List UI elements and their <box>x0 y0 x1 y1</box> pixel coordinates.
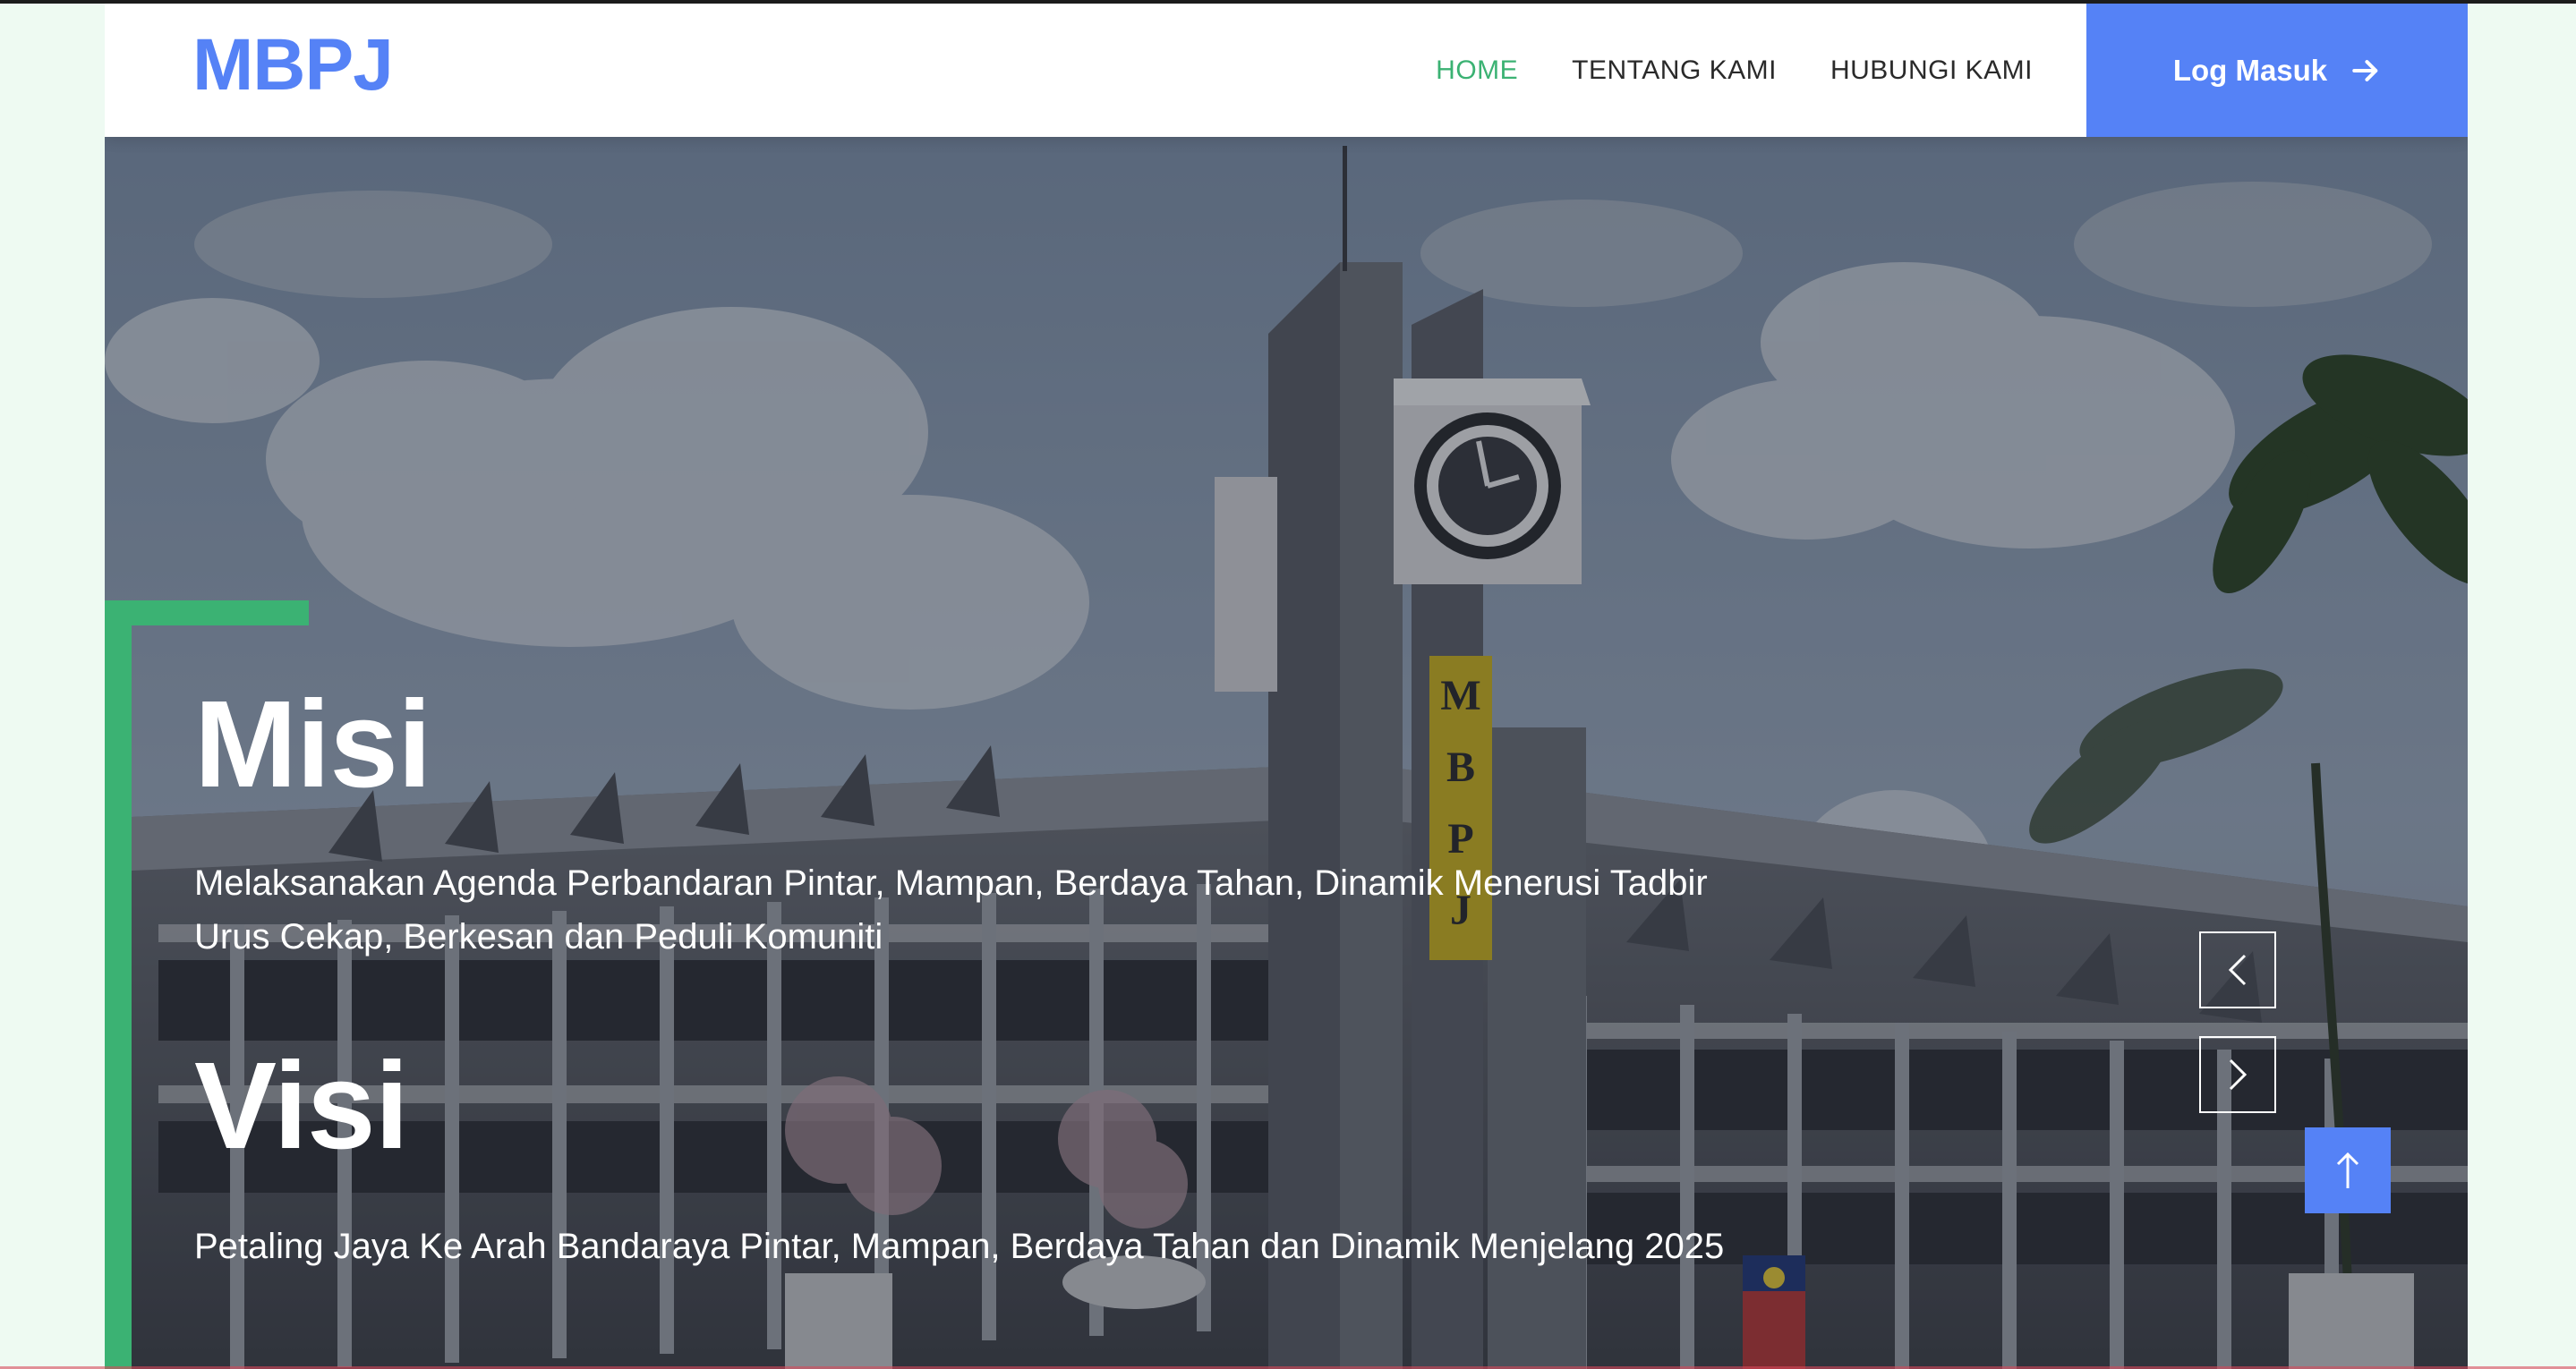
misi-text: Melaksanakan Agenda Perbandaran Pintar, … <box>194 863 1708 957</box>
main-nav: HOME TENTANG KAMI HUBUNGI KAMI <box>1436 4 2033 137</box>
navbar: MBPJ HOME TENTANG KAMI HUBUNGI KAMI Log … <box>105 4 2468 137</box>
site-logo[interactable]: MBPJ <box>192 29 394 102</box>
visi-block: Visi Petaling Jaya Ke Arah Bandaraya Pin… <box>194 1044 1770 1273</box>
hero-content: Misi Melaksanakan Agenda Perbandaran Pin… <box>194 683 1770 1273</box>
nav-item-hubungi-kami[interactable]: HUBUNGI KAMI <box>1830 55 2033 86</box>
hero-slider: M B P J Misi Melaksanakan Agenda Perband… <box>105 137 2468 1369</box>
back-to-top-button[interactable] <box>2305 1127 2391 1213</box>
visi-heading: Visi <box>194 1037 409 1175</box>
login-button-label: Log Masuk <box>2172 53 2328 87</box>
arrow-up-icon <box>2336 1152 2359 1188</box>
visi-text: Petaling Jaya Ke Arah Bandaraya Pintar, … <box>194 1227 1725 1266</box>
chevron-right-icon <box>2229 1059 2248 1091</box>
nav-item-home[interactable]: HOME <box>1436 55 1518 86</box>
chevron-left-icon <box>2228 954 2247 986</box>
slider-next-button[interactable] <box>2199 1036 2276 1113</box>
arrow-right-icon <box>2352 59 2378 81</box>
nav-item-tentang-kami[interactable]: TENTANG KAMI <box>1572 55 1777 86</box>
misi-heading: Misi <box>194 676 431 813</box>
misi-block: Misi Melaksanakan Agenda Perbandaran Pin… <box>194 683 1770 964</box>
login-button[interactable]: Log Masuk <box>2086 4 2468 137</box>
page-container: MBPJ HOME TENTANG KAMI HUBUNGI KAMI Log … <box>105 4 2468 1369</box>
slider-prev-button[interactable] <box>2199 931 2276 1008</box>
